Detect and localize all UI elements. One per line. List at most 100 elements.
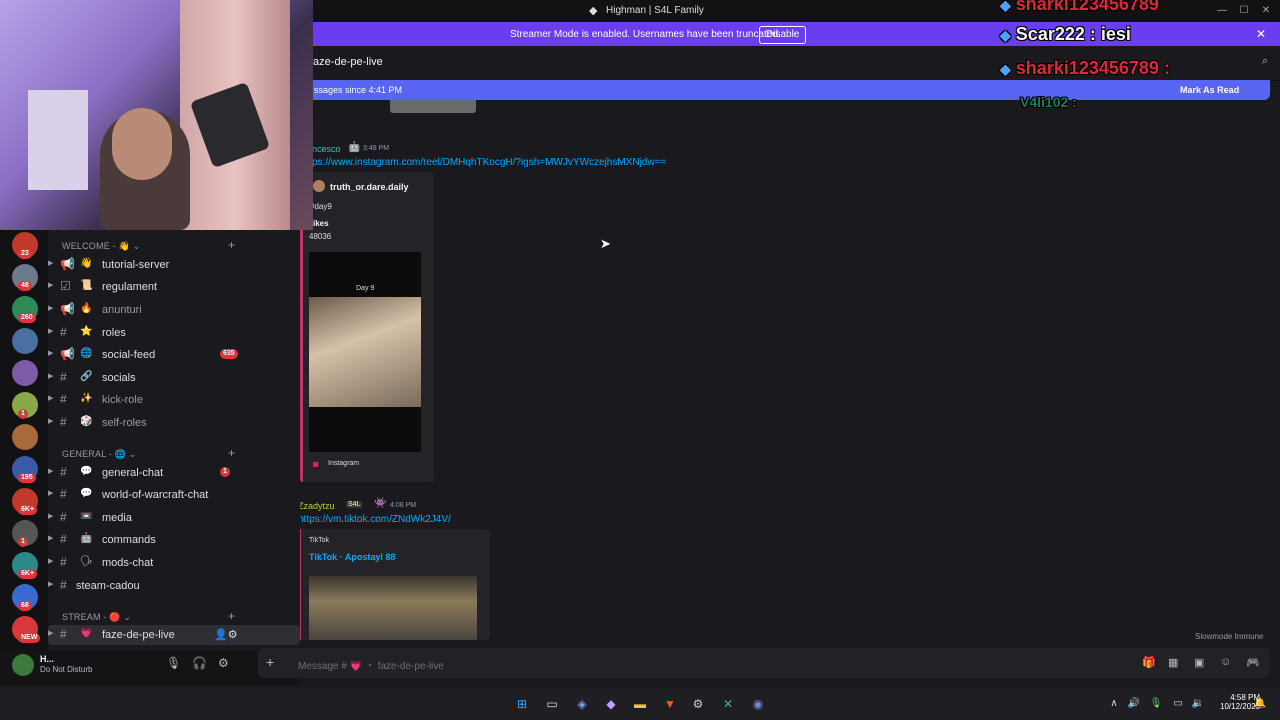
network-icon[interactable]: ▭	[1170, 696, 1186, 712]
message-link[interactable]: https://vm.tiktok.com/ZNdWk2J4V/	[298, 514, 451, 525]
message-list: ncesco 🤖 3:48 PM ps://www.instagram.com/…	[260, 100, 1270, 640]
channel-world-of-warcraft-chat[interactable]: ▶ # 💬 world-of-warcraft-chat	[48, 485, 300, 505]
embed-video[interactable]: Day 9	[309, 252, 421, 452]
search-icon[interactable]: ⌕	[1262, 55, 1268, 68]
expand-arrow-icon[interactable]: ▶	[48, 394, 53, 402]
server-badge: NEW	[18, 633, 41, 643]
expand-arrow-icon[interactable]: ▶	[48, 349, 53, 357]
server-icon[interactable]	[12, 360, 38, 386]
message-author[interactable]: Zzadytzu	[298, 501, 335, 511]
expand-arrow-icon[interactable]: ▶	[48, 534, 53, 542]
speaker-icon[interactable]: 🔉	[1190, 696, 1206, 712]
add-channel-icon[interactable]: +	[228, 609, 235, 623]
windows-start-icon[interactable]: ⊞	[514, 696, 530, 712]
gear-icon[interactable]: ⚙	[218, 656, 229, 670]
emoji-icon[interactable]: ☺	[1220, 656, 1231, 668]
expand-arrow-icon[interactable]: ▶	[48, 304, 53, 312]
channel-general-chat[interactable]: ▶ # 💬 general-chat 1	[48, 463, 300, 483]
expand-arrow-icon[interactable]: ▶	[48, 417, 53, 425]
user-avatar[interactable]	[12, 654, 34, 676]
channel-label: world-of-warcraft-chat	[102, 489, 209, 501]
channel-kick-role[interactable]: ▶ # ✨ kick-role	[48, 390, 300, 410]
app-icon[interactable]: ◆	[603, 696, 619, 712]
channel-faze-de-pe-live[interactable]: ▶ # 💗 faze-de-pe-live 👤⚙	[48, 625, 300, 645]
maximize-icon[interactable]: ☐	[1236, 3, 1252, 19]
channel-emoji-icon: 📜	[80, 280, 93, 291]
channel-label: socials	[102, 372, 136, 384]
disable-streamer-mode-button[interactable]: Disable	[759, 26, 807, 44]
category-stream[interactable]: STREAM - 🔴 ⌄	[62, 612, 131, 623]
close-window-icon[interactable]: ✕	[1258, 3, 1274, 19]
channel-label: steam-cadou	[76, 580, 140, 592]
category-welcome[interactable]: WELCOME - 👋 ⌄	[62, 241, 140, 252]
channel-type-icon: #	[60, 555, 67, 569]
expand-arrow-icon[interactable]: ▶	[48, 557, 53, 565]
expand-arrow-icon[interactable]: ▶	[48, 489, 53, 497]
headphones-icon[interactable]: 🎧	[192, 656, 207, 670]
channel-self-roles[interactable]: ▶ # 🎲 self-roles	[48, 413, 300, 433]
message-input[interactable]: Message # 💗 ・ faze-de-pe-live	[298, 657, 444, 672]
app-logo-icon: ◆	[589, 5, 598, 17]
close-banner-icon[interactable]: ✕	[1256, 27, 1266, 41]
embed-title[interactable]: TikTok · Apostayl 88	[309, 552, 395, 562]
channel-commands[interactable]: ▶ # 🤖 commands	[48, 530, 300, 550]
minimize-icon[interactable]: —	[1214, 3, 1230, 19]
copilot-icon[interactable]: ◈	[574, 696, 590, 712]
mark-as-read-button[interactable]: Mark As Read	[1180, 85, 1239, 95]
volume-icon[interactable]: 🔊	[1126, 696, 1142, 712]
channel-tutorial-server[interactable]: ▶ 📢 👋 tutorial-server	[48, 255, 300, 275]
video-frame	[309, 297, 421, 407]
task-view-icon[interactable]: ▭	[544, 696, 560, 712]
message-link[interactable]: ps://www.instagram.com/reel/DMHqhTKocgH/…	[312, 157, 666, 168]
expand-arrow-icon[interactable]: ▶	[48, 327, 53, 335]
message-composer[interactable]: + Message # 💗 ・ faze-de-pe-live 🎁 ▦ ▣ ☺ …	[258, 648, 1270, 678]
server-icon[interactable]	[12, 328, 38, 354]
user-name[interactable]: H...	[40, 654, 54, 664]
channel-type-icon: #	[60, 415, 67, 429]
notifications-icon[interactable]: 🔔	[1252, 696, 1268, 712]
invite-gear-icons[interactable]: 👤⚙	[214, 628, 238, 641]
brave-browser-icon[interactable]: ▼	[662, 696, 678, 712]
expand-arrow-icon[interactable]: ▶	[48, 512, 53, 520]
message-author[interactable]: ncesco	[312, 144, 341, 154]
overlay-chat-line: ◆ Scar222 : iesi	[1000, 24, 1131, 44]
mention-badge: 635	[220, 349, 238, 359]
gift-icon[interactable]: 🎁	[1142, 656, 1156, 669]
expand-arrow-icon[interactable]: ▶	[48, 281, 53, 289]
sticker-icon[interactable]: ▣	[1194, 656, 1204, 669]
excel-icon[interactable]: ✕	[720, 696, 736, 712]
microphone-icon[interactable]: 🎙	[1148, 696, 1164, 712]
channel-steam-cadou[interactable]: ▶ # steam-cadou	[48, 576, 300, 596]
embed-account[interactable]: truth_or.dare.daily	[330, 182, 409, 192]
channel-roles[interactable]: ▶ # ⭐ roles	[48, 323, 300, 343]
expand-arrow-icon[interactable]: ▶	[48, 467, 53, 475]
channel-regulament[interactable]: ▶ ☑ 📜 regulament	[48, 277, 300, 297]
channel-anunturi[interactable]: ▶ 📢 🔥 anunturi	[48, 300, 300, 320]
expand-arrow-icon[interactable]: ▶	[48, 580, 53, 588]
channel-social-feed[interactable]: ▶ 📢 🌐 social-feed 635	[48, 345, 300, 365]
steam-icon[interactable]: ⚙	[690, 696, 706, 712]
overlay-chat-line: ◆ sharki123456789	[1000, 0, 1159, 15]
microphone-icon[interactable]: 🎙	[166, 656, 181, 670]
channel-media[interactable]: ▶ # 📼 media	[48, 508, 300, 528]
channel-socials[interactable]: ▶ # 🔗 socials	[48, 368, 300, 388]
expand-arrow-icon[interactable]: ▶	[48, 629, 53, 637]
expand-arrow-icon[interactable]: ▶	[48, 259, 53, 267]
add-channel-icon[interactable]: +	[228, 446, 235, 460]
discord-icon[interactable]: ◉	[750, 696, 766, 712]
expand-arrow-icon[interactable]: ▶	[48, 372, 53, 380]
webcam-dresser	[28, 90, 88, 190]
apps-icon[interactable]: 🎮	[1246, 656, 1260, 669]
chevron-up-icon[interactable]: ∧	[1106, 696, 1122, 712]
category-general[interactable]: GENERAL - 🌐 ⌄	[62, 449, 137, 460]
new-messages-bar[interactable]: ssages since 4:41 PM Mark As Read	[300, 80, 1270, 100]
file-explorer-icon[interactable]: ▬	[632, 696, 648, 712]
previous-image-thumbnail[interactable]	[390, 100, 476, 113]
channel-type-icon: #	[60, 487, 67, 501]
add-channel-icon[interactable]: +	[228, 238, 235, 252]
add-attachment-icon[interactable]: +	[266, 654, 274, 670]
channel-mods-chat[interactable]: ▶ # 🗣 mods-chat	[48, 553, 300, 573]
embed-thumbnail[interactable]	[309, 576, 477, 640]
server-icon[interactable]	[12, 424, 38, 450]
gif-icon[interactable]: ▦	[1168, 656, 1178, 669]
